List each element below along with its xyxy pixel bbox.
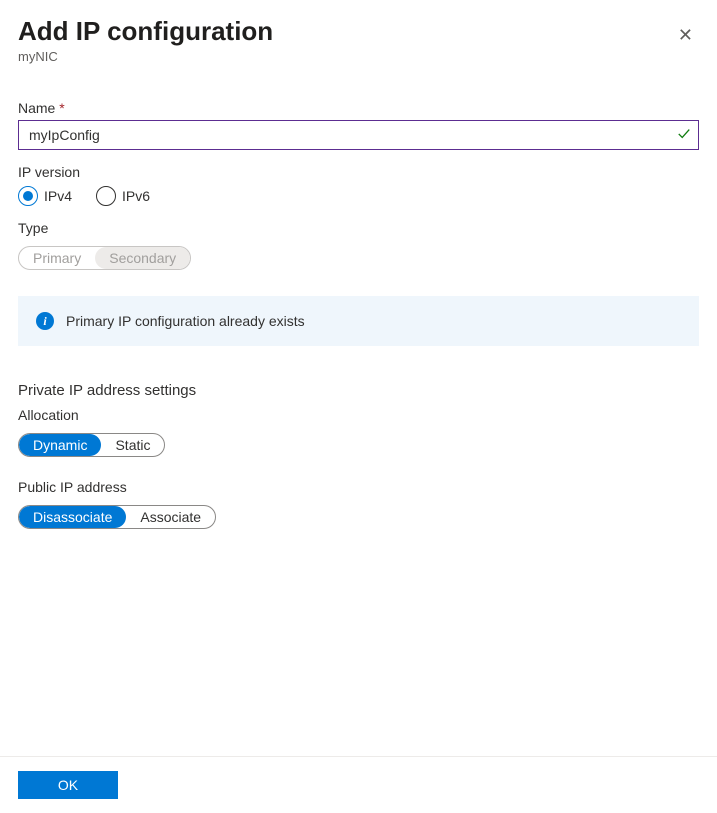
panel-title: Add IP configuration [18, 16, 273, 47]
public-ip-label: Public IP address [18, 479, 699, 495]
public-ip-associate-pill[interactable]: Associate [126, 506, 215, 528]
name-label: Name [18, 100, 699, 116]
private-ip-section-heading: Private IP address settings [18, 382, 699, 399]
type-primary-pill: Primary [19, 247, 95, 269]
allocation-pill-group: Dynamic Static [18, 433, 165, 457]
radio-unselected-icon [96, 186, 116, 206]
ipversion-ipv6-label: IPv6 [122, 188, 150, 204]
info-banner-message: Primary IP configuration already exists [66, 313, 305, 329]
ok-button[interactable]: OK [18, 771, 118, 799]
close-button[interactable]: ✕ [672, 20, 699, 50]
allocation-dynamic-pill[interactable]: Dynamic [19, 434, 101, 456]
name-input[interactable] [18, 120, 699, 150]
type-pill-group: Primary Secondary [18, 246, 191, 270]
public-ip-pill-group: Disassociate Associate [18, 505, 216, 529]
ipversion-ipv4-radio[interactable]: IPv4 [18, 186, 72, 206]
close-icon: ✕ [678, 25, 693, 45]
info-icon: i [36, 312, 54, 330]
validation-check-icon [677, 127, 691, 144]
allocation-label: Allocation [18, 407, 699, 423]
type-label: Type [18, 220, 699, 236]
ipversion-label: IP version [18, 164, 699, 180]
info-banner: i Primary IP configuration already exist… [18, 296, 699, 346]
allocation-static-pill[interactable]: Static [101, 434, 164, 456]
panel-subtitle: myNIC [18, 49, 273, 64]
type-secondary-pill: Secondary [95, 247, 190, 269]
radio-selected-icon [18, 186, 38, 206]
public-ip-disassociate-pill[interactable]: Disassociate [19, 506, 126, 528]
ipversion-ipv4-label: IPv4 [44, 188, 72, 204]
ipversion-ipv6-radio[interactable]: IPv6 [96, 186, 150, 206]
